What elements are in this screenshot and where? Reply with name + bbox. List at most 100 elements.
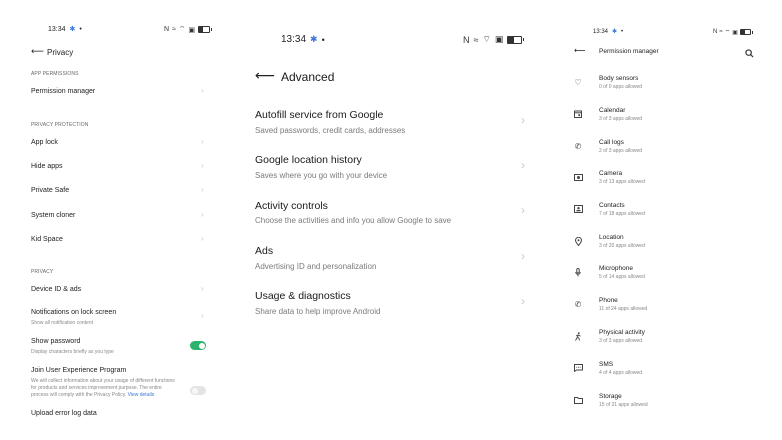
item-subtitle: 2 of 3 apps allowed bbox=[599, 148, 643, 154]
list-item-notifications-lock-screen[interactable]: Notifications on lock screen bbox=[31, 309, 116, 316]
item-subtitle: 3 of 13 apps allowed bbox=[599, 179, 645, 185]
page-title: Permission manager bbox=[599, 48, 659, 55]
section-header: PRIVACY PROTECTION bbox=[31, 122, 89, 128]
list-item-device-id-ads[interactable]: Device ID & ads bbox=[31, 286, 81, 293]
item-subtitle: 5 of 14 apps allowed bbox=[599, 274, 645, 280]
list-item-ads[interactable]: Ads bbox=[255, 245, 273, 257]
list-item-body-sensors[interactable]: Body sensors bbox=[599, 75, 638, 82]
status-bar: 13:34 ✱ • bbox=[281, 34, 325, 45]
calendar-icon bbox=[573, 109, 583, 119]
status-icons: N ≈ ⌔ ▣ bbox=[164, 25, 213, 34]
list-item-system-cloner[interactable]: System cloner bbox=[31, 212, 75, 219]
battery-icon bbox=[739, 29, 753, 35]
list-item-sms[interactable]: SMS bbox=[599, 361, 613, 368]
chevron-right-icon: › bbox=[521, 249, 525, 263]
item-subtitle: Choose the activities and info you allow… bbox=[255, 216, 452, 225]
list-item-activity-controls[interactable]: Activity controls bbox=[255, 200, 328, 212]
item-subtitle: Saves where you go with your device bbox=[255, 171, 388, 180]
list-item-calendar[interactable]: Calendar bbox=[599, 107, 625, 114]
item-subtitle: 7 of 18 apps allowed bbox=[599, 211, 645, 217]
vibrate-icon: ≈ bbox=[719, 29, 723, 35]
status-icons: N ≈ ⌔ ▣ bbox=[713, 28, 753, 36]
status-time: 13:34 bbox=[593, 28, 609, 35]
phone-icon: ✆ bbox=[574, 299, 582, 309]
list-item-app-lock[interactable]: App lock bbox=[31, 139, 58, 146]
chevron-right-icon: › bbox=[201, 234, 204, 243]
item-subtitle: 3 of 3 apps allowed bbox=[599, 116, 643, 122]
list-item-microphone[interactable]: Microphone bbox=[599, 265, 633, 272]
page-title: Privacy bbox=[47, 48, 74, 57]
item-subtitle: 4 of 4 apps allowed bbox=[599, 370, 643, 376]
list-item-call-logs[interactable]: Call logs bbox=[599, 139, 624, 146]
search-icon[interactable] bbox=[745, 45, 754, 63]
gear-icon: ✱ bbox=[612, 29, 618, 35]
call-log-icon: ✆ bbox=[574, 141, 582, 151]
heart-icon: ♡ bbox=[574, 77, 582, 87]
show-password-label: Show password bbox=[31, 338, 81, 345]
chevron-right-icon: › bbox=[201, 137, 204, 146]
microphone-icon bbox=[573, 267, 583, 277]
panel-privacy: 13:34 ✱ • N ≈ ⌔ ▣ ⟵ Privacy APP PERMISSI… bbox=[0, 0, 782, 417]
battery-icon bbox=[507, 35, 525, 44]
item-subtitle: 3 of 3 apps allowed bbox=[599, 338, 643, 344]
back-arrow-icon[interactable]: ⟵ bbox=[31, 46, 44, 57]
page-title: Advanced bbox=[281, 70, 335, 84]
list-item-physical-activity[interactable]: Physical activity bbox=[599, 329, 645, 336]
list-item-private-safe[interactable]: Private Safe bbox=[31, 187, 69, 194]
chevron-right-icon: › bbox=[521, 113, 525, 127]
vibrate-icon: ≈ bbox=[172, 26, 176, 33]
location-pin-icon: • bbox=[79, 25, 82, 33]
item-subtitle: 0 of 0 apps allowed bbox=[599, 84, 643, 90]
list-item-autofill-service[interactable]: Autofill service from Google bbox=[255, 109, 383, 121]
nfc-icon: N bbox=[164, 26, 170, 33]
show-password-toggle[interactable] bbox=[190, 341, 206, 350]
chevron-right-icon: › bbox=[521, 294, 525, 308]
list-item-phone[interactable]: Phone bbox=[599, 297, 618, 304]
item-subtitle-text: process will comply with the Privacy Pol… bbox=[31, 392, 127, 398]
battery-icon bbox=[198, 26, 213, 33]
item-subtitle: Display characters briefly as you type bbox=[31, 349, 114, 355]
location-icon bbox=[573, 236, 583, 246]
list-item-upload-error-log[interactable]: Upload error log data bbox=[31, 410, 97, 417]
list-item-camera[interactable]: Camera bbox=[599, 170, 622, 177]
view-details-link[interactable]: View details bbox=[128, 392, 155, 398]
list-item-storage[interactable]: Storage bbox=[599, 393, 622, 400]
status-time: 13:34 bbox=[281, 34, 307, 45]
list-item-location-history[interactable]: Google location history bbox=[255, 154, 362, 166]
list-item-usage-diagnostics[interactable]: Usage & diagnostics bbox=[255, 290, 351, 302]
item-subtitle: 3 of 20 apps allowed bbox=[599, 243, 645, 249]
chevron-right-icon: › bbox=[521, 203, 525, 217]
chevron-right-icon: › bbox=[521, 158, 525, 172]
section-header: APP PERMISSIONS bbox=[31, 71, 79, 77]
list-item-contacts[interactable]: Contacts bbox=[599, 202, 625, 209]
back-arrow-icon[interactable]: ⟵ bbox=[574, 46, 585, 55]
chevron-right-icon: › bbox=[201, 161, 204, 170]
list-item-hide-apps[interactable]: Hide apps bbox=[31, 163, 63, 170]
walking-icon bbox=[573, 331, 583, 341]
vibrate-icon: ≈ bbox=[473, 34, 479, 45]
item-subtitle: Saved passwords, credit cards, addresses bbox=[255, 126, 406, 135]
sms-icon bbox=[573, 363, 583, 373]
chevron-right-icon: › bbox=[201, 185, 204, 194]
signal-icon: ▣ bbox=[732, 29, 738, 36]
join-ux-program-toggle[interactable] bbox=[190, 386, 206, 395]
section-header: PRIVACY bbox=[31, 269, 54, 275]
signal-icon: ▣ bbox=[188, 26, 196, 34]
wifi-icon: ⌔ bbox=[724, 30, 731, 36]
wifi-icon: ⌔ bbox=[482, 34, 491, 44]
back-arrow-icon[interactable]: ⟵ bbox=[255, 67, 275, 84]
gear-icon: ✱ bbox=[310, 34, 318, 44]
join-ux-program-label: Join User Experience Program bbox=[31, 367, 127, 374]
list-item-location[interactable]: Location bbox=[599, 234, 624, 241]
chevron-right-icon: › bbox=[201, 86, 204, 95]
list-item-permission-manager[interactable]: Permission manager bbox=[31, 88, 95, 95]
contacts-icon bbox=[573, 204, 583, 214]
chevron-right-icon: › bbox=[201, 284, 204, 293]
list-item-kid-space[interactable]: Kid Space bbox=[31, 236, 63, 243]
folder-icon bbox=[573, 395, 583, 405]
item-subtitle: We will collect information about your u… bbox=[31, 378, 175, 384]
signal-icon: ▣ bbox=[494, 34, 504, 44]
gear-icon: ✱ bbox=[69, 26, 76, 33]
item-subtitle: 11 of 24 apps allowed bbox=[599, 306, 648, 312]
wifi-icon: ⌔ bbox=[178, 26, 186, 33]
